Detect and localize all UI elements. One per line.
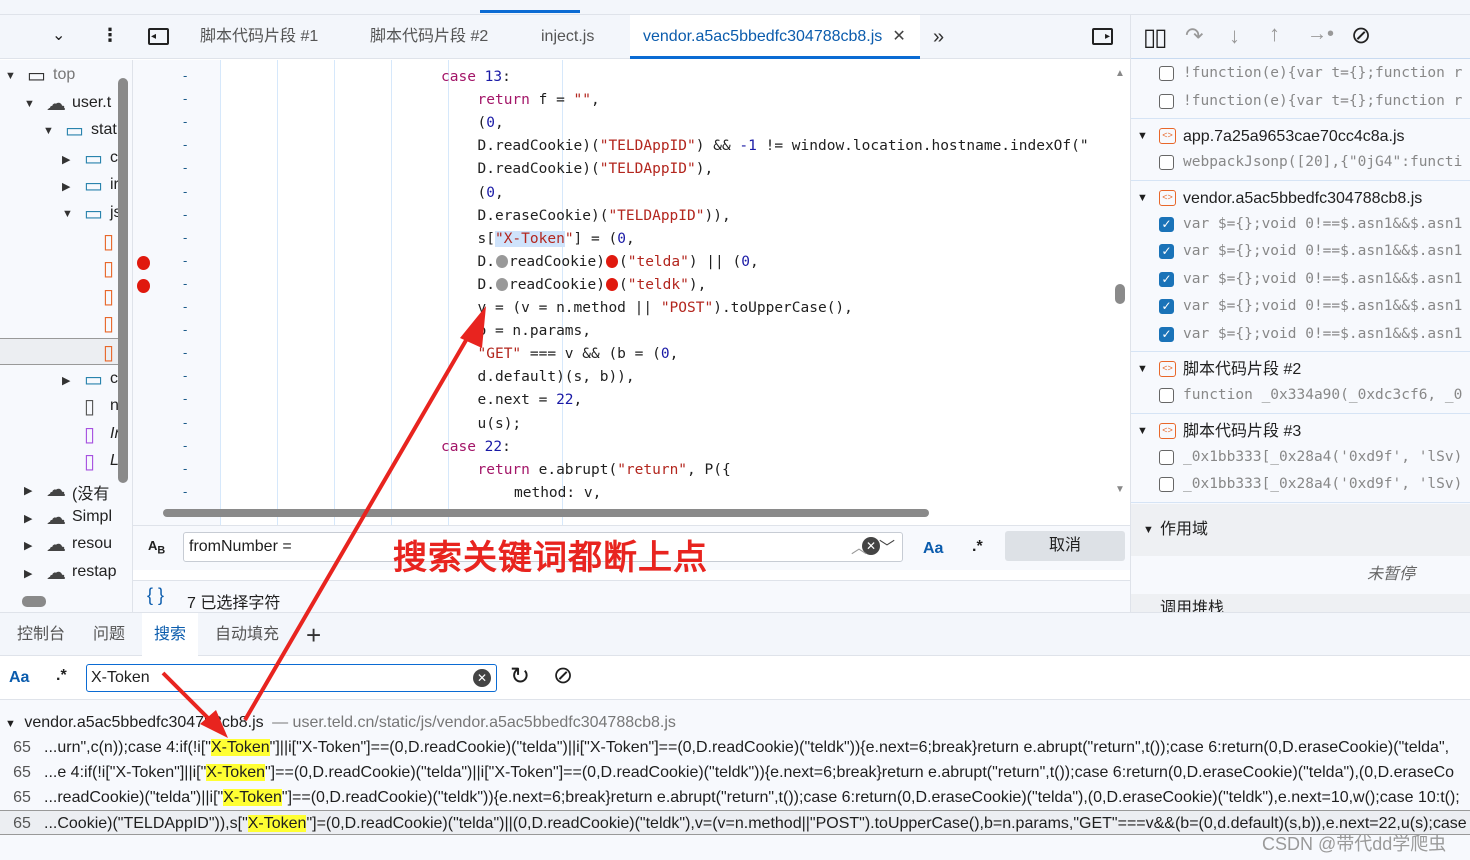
- annotation-arrows: [161, 306, 486, 738]
- arrow-to-result: [161, 671, 228, 738]
- watermark: CSDN @带代dd学爬虫: [1262, 834, 1447, 854]
- arrow-to-code: [243, 306, 486, 722]
